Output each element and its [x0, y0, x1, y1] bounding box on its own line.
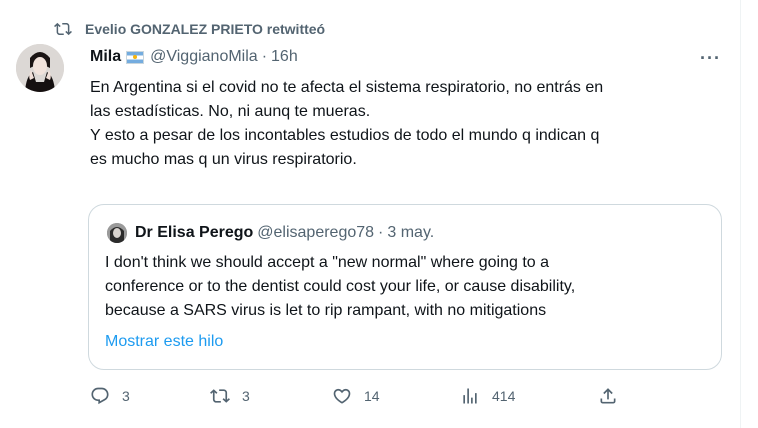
quoted-author-avatar [107, 223, 127, 243]
quoted-text-line: because a SARS virus is let to rip rampa… [105, 302, 547, 319]
retweet-icon [54, 22, 72, 36]
retweet-label: Evelio GONZALEZ PRIETO retwitteó [85, 21, 326, 37]
tweet-text: En Argentina si el covid no te afecta el… [90, 76, 730, 172]
views-button[interactable]: 414 [460, 386, 515, 406]
separator-dot: · [261, 48, 268, 65]
quoted-author-handle: @elisaperego78 [257, 224, 375, 241]
quoted-tweet-header: Dr Elisa Perego @elisaperego78 · 3 may. [135, 224, 434, 242]
tweet-text-line: Y esto a pesar de los incontables estudi… [90, 127, 600, 144]
analytics-icon [463, 388, 477, 404]
reply-icon [91, 387, 109, 405]
tweet-text-line: En Argentina si el covid no te afecta el… [90, 79, 604, 96]
views-count: 414 [492, 388, 516, 404]
retweet-context[interactable]: Evelio GONZALEZ PRIETO retwitteó [54, 20, 325, 38]
quoted-avatar-portrait-icon [107, 223, 127, 243]
author-name[interactable]: Mila [90, 48, 121, 66]
more-options-button[interactable]: ··· [700, 48, 721, 69]
quoted-tweet-time: 3 may. [387, 224, 435, 241]
tweet-text-line: es mucho mas q un virus respiratorio. [90, 151, 357, 168]
like-count: 14 [364, 388, 380, 404]
retweet-button[interactable]: 3 [210, 386, 250, 406]
retweet-icon [210, 389, 230, 403]
reply-button[interactable]: 3 [90, 386, 130, 406]
quoted-tweet-card[interactable]: Dr Elisa Perego @elisaperego78 · 3 may. … [88, 204, 722, 370]
quoted-separator-dot: · [378, 224, 384, 241]
like-button[interactable]: 14 [332, 386, 380, 406]
quoted-author-name: Dr Elisa Perego [135, 224, 254, 241]
tweet-text-line: las estadísticas. No, ni aunq te mueras. [90, 103, 371, 120]
author-handle[interactable]: @ViggianoMila [150, 48, 258, 66]
quoted-text-line: I don't think we should accept a "new no… [105, 254, 550, 271]
quoted-tweet-text: I don't think we should accept a "new no… [105, 251, 705, 323]
timeline-divider [740, 0, 741, 428]
heart-icon [333, 388, 351, 404]
tweet-time[interactable]: 16h [271, 48, 298, 66]
reply-count: 3 [122, 388, 130, 404]
retweet-count: 3 [242, 388, 250, 404]
avatar-portrait-icon [16, 44, 64, 92]
tweet-header: Mila @ViggianoMila · 16h [90, 48, 298, 66]
quoted-text-line: conference or to the dentist could cost … [105, 278, 576, 295]
tweet-actions-bar: 3 3 14 414 [90, 386, 730, 410]
share-icon [600, 388, 616, 404]
argentina-flag-icon [126, 50, 145, 64]
author-avatar[interactable] [16, 44, 64, 92]
show-thread-link[interactable]: Mostrar este hilo [105, 333, 223, 351]
share-button[interactable] [598, 386, 618, 406]
